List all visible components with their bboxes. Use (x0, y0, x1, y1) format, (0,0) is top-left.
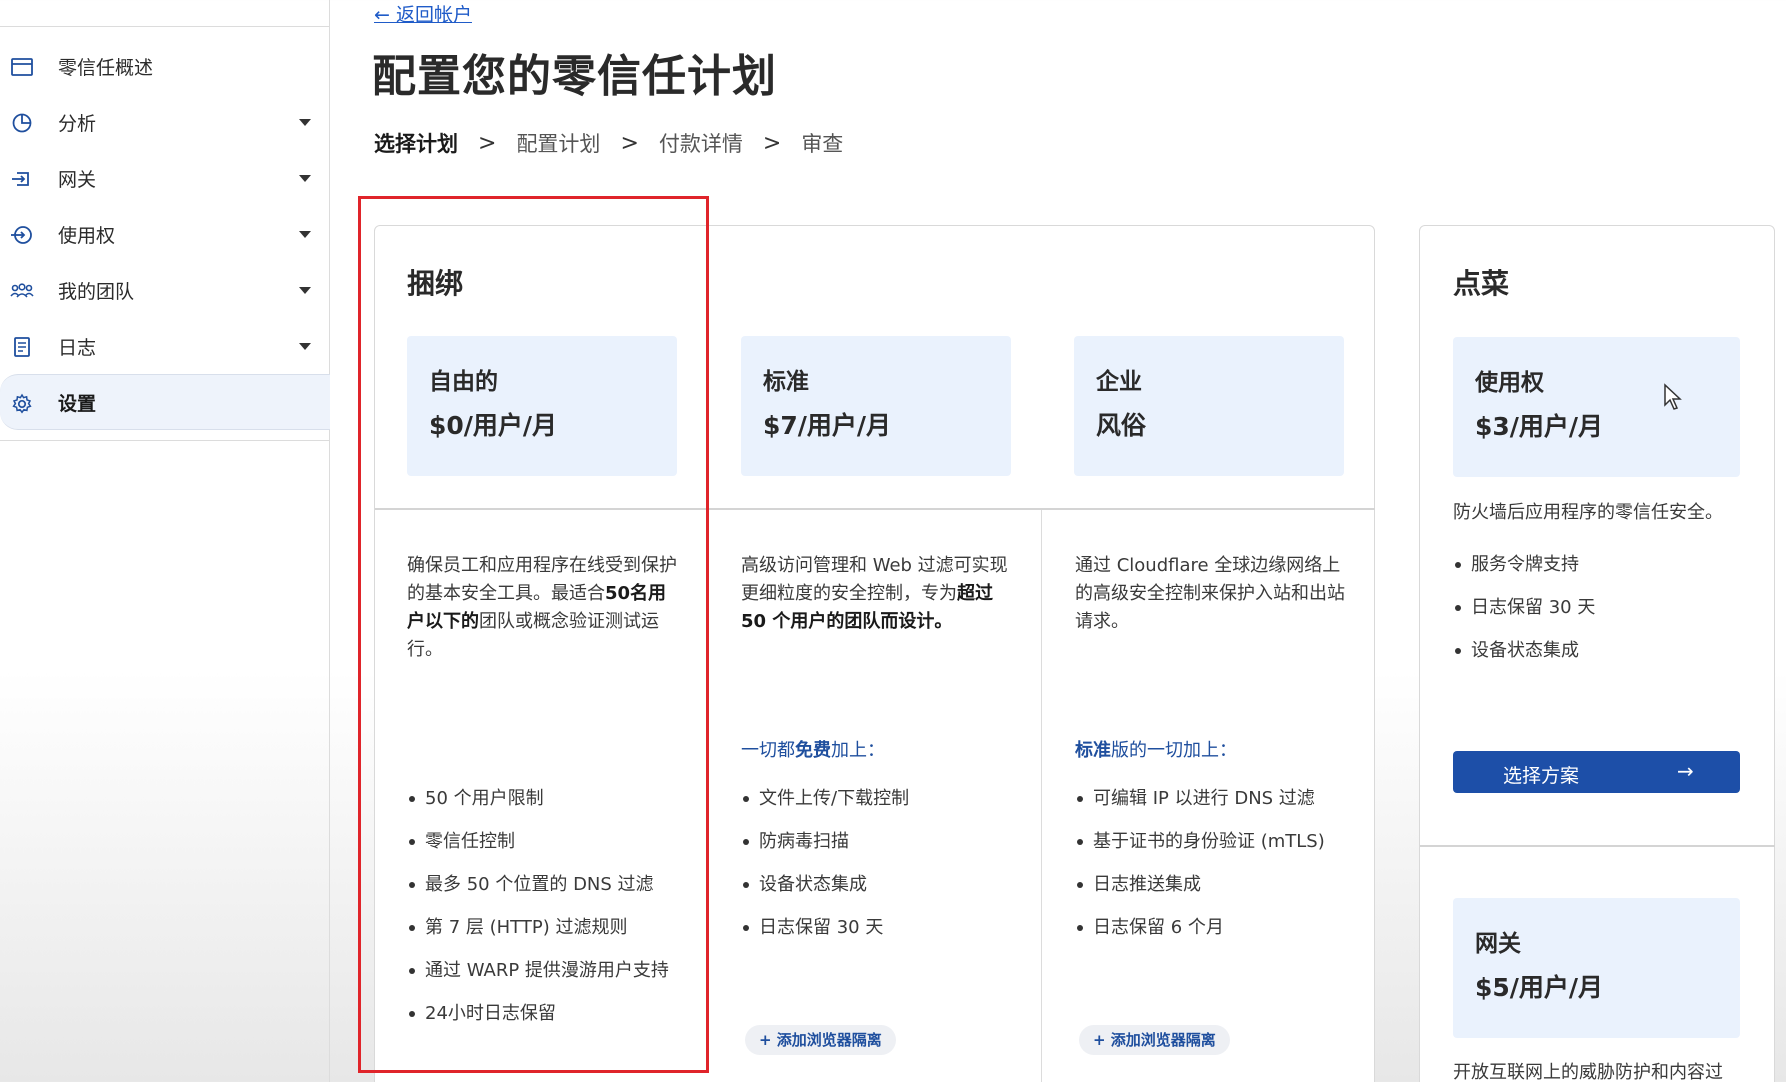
feature-item: 基于证书的身份验证 (mTLS) (1075, 827, 1345, 857)
sidebar-item-logs[interactable]: 日志 (0, 318, 330, 374)
sidebar-item-label: 使用权 (58, 224, 116, 247)
plan-price: $5/用户/月 (1475, 973, 1604, 1002)
feature-item: 日志保留 6 个月 (1075, 913, 1345, 943)
plan-standard-features: 文件上传/下载控制 防病毒扫描 设备状态集成 日志保留 30 天 (741, 784, 1011, 956)
feature-item: 服务令牌支持 (1453, 550, 1723, 580)
sidebar-item-settings[interactable]: 设置 (0, 374, 330, 430)
feature-item: 通过 WARP 提供漫游用户支持 (407, 956, 677, 986)
feature-item: 第 7 层 (HTTP) 过滤规则 (407, 913, 677, 943)
document-icon (14, 337, 30, 357)
plan-enterprise-box[interactable]: 企业 风俗 (1074, 336, 1344, 476)
caret-down-icon (299, 231, 311, 238)
step-configure-plan[interactable]: 配置计划 (516, 128, 600, 158)
sidebar-item-label: 我的团队 (58, 280, 135, 303)
sidebar-item-label: 设置 (58, 392, 97, 415)
team-icon (10, 283, 34, 298)
chevron-right-icon: > (762, 130, 782, 156)
feature-item: 文件上传/下载控制 (741, 784, 1011, 814)
step-review[interactable]: 审查 (801, 128, 843, 158)
feature-item: 24小时日志保留 (407, 999, 677, 1029)
column-divider (1041, 510, 1042, 1082)
caret-down-icon (299, 175, 311, 182)
browser-window-icon (11, 58, 33, 76)
caret-down-icon (299, 119, 311, 126)
feature-item: 日志推送集成 (1075, 870, 1345, 900)
plan-name: 自由的 (429, 369, 498, 395)
select-plan-button[interactable]: 选择方案 → (1453, 751, 1740, 793)
sidebar-item-gateway[interactable]: 网关 (0, 150, 330, 206)
step-payment-details[interactable]: 付款详情 (659, 128, 743, 158)
gear-icon (12, 393, 32, 414)
feature-item: 防病毒扫描 (741, 827, 1011, 857)
step-breadcrumb: 选择计划 > 配置计划 > 付款详情 > 审查 (374, 128, 843, 158)
feature-item: 最多 50 个位置的 DNS 过滤 (407, 870, 677, 900)
plan-price: $3/用户/月 (1475, 412, 1604, 441)
plan-enterprise-description: 通过 Cloudflare 全球边缘网络上的高级安全控制来保护入站和出站请求。 (1075, 555, 1345, 632)
plan-name: 网关 (1475, 931, 1521, 957)
chevron-right-icon: > (620, 130, 639, 156)
arrow-right-icon: → (1677, 759, 1694, 783)
gateway-icon (12, 172, 29, 186)
caret-down-icon (299, 287, 311, 294)
bundle-card: 捆绑 自由的 $0/用户/月 标准 $7/用户/月 企业 风俗 确保员工和应用程… (374, 225, 1375, 1082)
plan-name: 使用权 (1475, 370, 1544, 396)
plan-price: $7/用户/月 (763, 411, 892, 440)
plan-name: 标准 (763, 369, 809, 395)
feature-item: 设备状态集成 (741, 870, 1011, 900)
sidebar-item-label: 网关 (58, 168, 97, 191)
sidebar-item-label: 分析 (58, 112, 97, 135)
card-divider (375, 508, 1375, 510)
plan-free-description: 确保员工和应用程序在线受到保护的基本安全工具。最适合50名用户以下的团队或概念验… (407, 555, 677, 660)
alacarte-card: 点菜 使用权 $3/用户/月 防火墙后应用程序的零信任安全。 服务令牌支持 日志… (1419, 225, 1775, 1082)
chevron-right-icon: > (478, 130, 497, 156)
add-browser-isolation-button[interactable]: + 添加浏览器隔离 (745, 1025, 896, 1055)
feature-item: 日志保留 30 天 (1453, 593, 1723, 623)
sidebar-divider-bottom (0, 440, 330, 441)
plan-gateway-description: 开放互联网上的威胁防护和内容过 (1453, 1062, 1723, 1082)
sidebar-item-my-team[interactable]: 我的团队 (0, 262, 330, 318)
plan-price: $0/用户/月 (429, 411, 558, 440)
caret-down-icon (299, 343, 311, 350)
select-plan-label: 选择方案 (1503, 765, 1580, 787)
feature-item: 可编辑 IP 以进行 DNS 过滤 (1075, 784, 1345, 814)
pie-chart-icon (12, 113, 32, 133)
plan-free-features: 50 个用户限制 零信任控制 最多 50 个位置的 DNS 过滤 第 7 层 (… (407, 784, 677, 1042)
plan-access-description: 防火墙后应用程序的零信任安全。 (1453, 502, 1723, 523)
card-divider (1420, 845, 1775, 847)
alacarte-title: 点菜 (1453, 267, 1510, 300)
plan-free-box[interactable]: 自由的 $0/用户/月 (407, 336, 677, 476)
feature-item: 50 个用户限制 (407, 784, 677, 814)
sidebar-item-label: 日志 (58, 336, 97, 359)
sidebar-item-overview[interactable]: 零信任概述 (0, 38, 330, 94)
page-title: 配置您的零信任计划 (372, 51, 777, 102)
sidebar-divider-top (0, 26, 330, 27)
feature-item: 日志保留 30 天 (741, 913, 1011, 943)
plan-access-features: 服务令牌支持 日志保留 30 天 设备状态集成 (1453, 550, 1723, 679)
sidebar-item-analytics[interactable]: 分析 (0, 94, 330, 150)
mouse-cursor-icon (1664, 383, 1682, 410)
sidebar: 零信任概述 分析 网关 使用权 我的团队 日志 设置 (0, 0, 330, 1082)
plan-standard-plus-heading: 一切都免费加上： (741, 740, 885, 761)
sidebar-item-label: 零信任概述 (58, 56, 154, 79)
sign-in-icon (11, 226, 32, 244)
bundle-title: 捆绑 (407, 267, 464, 300)
feature-item: 零信任控制 (407, 827, 677, 857)
plan-standard-box[interactable]: 标准 $7/用户/月 (741, 336, 1011, 476)
plan-enterprise-plus-heading: 标准版的一切加上： (1075, 740, 1237, 761)
plan-standard-description: 高级访问管理和 Web 过滤可实现更细粒度的安全控制，专为超过 50 个用户的团… (741, 555, 1008, 632)
step-select-plan[interactable]: 选择计划 (374, 128, 458, 158)
feature-item: 设备状态集成 (1453, 636, 1723, 666)
plan-access-box[interactable]: 使用权 $3/用户/月 (1453, 337, 1740, 477)
plan-enterprise-features: 可编辑 IP 以进行 DNS 过滤 基于证书的身份验证 (mTLS) 日志推送集… (1075, 784, 1345, 956)
plan-gateway-box[interactable]: 网关 $5/用户/月 (1453, 898, 1740, 1038)
plan-price: 风俗 (1096, 411, 1147, 440)
add-browser-isolation-button[interactable]: + 添加浏览器隔离 (1079, 1025, 1230, 1055)
plan-name: 企业 (1096, 369, 1142, 395)
sidebar-item-access[interactable]: 使用权 (0, 206, 330, 262)
back-to-account-link[interactable]: ← 返回帐户 (374, 0, 472, 27)
